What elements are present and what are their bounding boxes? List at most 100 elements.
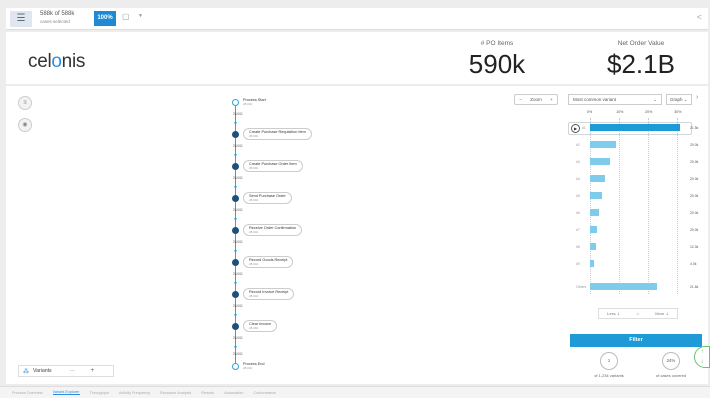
variants-toolbar[interactable]: ⁂ Variants — + — [18, 365, 114, 377]
arrow-down-icon: ▼ — [233, 281, 238, 287]
variant-bar[interactable] — [590, 260, 595, 267]
selection-percent-badge[interactable]: 100% — [94, 11, 116, 26]
process-node[interactable]: Create Purchase Requisition Item 28,001 — [232, 127, 312, 141]
process-end-node[interactable]: Process End 28,001 — [232, 360, 265, 372]
grid-line — [648, 118, 650, 294]
variant-sort-dropdown[interactable]: Most common variant ⌄ — [568, 94, 662, 105]
zoom-in-icon[interactable]: + — [550, 97, 553, 102]
variant-count-circle: 1 — [600, 352, 618, 370]
process-node[interactable]: Record Invoice Receipt 28,001 — [232, 287, 295, 301]
logo-part: o — [51, 51, 62, 72]
arrow-down-icon: ▼ — [233, 185, 238, 191]
grid-line — [619, 118, 621, 294]
variant-row-value: 20.0k — [690, 194, 699, 198]
variant-bar[interactable] — [590, 209, 599, 216]
process-node[interactable]: Receive Order Confirmation 28,001 — [232, 223, 303, 237]
arrow-down-icon: ▼ — [233, 121, 238, 127]
variant-bar[interactable] — [590, 158, 611, 165]
sheet-tab[interactable]: Rework — [201, 391, 214, 395]
variant-bar[interactable] — [590, 226, 598, 233]
variant-row-label: #5 — [576, 194, 580, 198]
less-more-control: Less ⇣ ⌂ More ⇣ — [598, 308, 678, 319]
variant-bar[interactable] — [590, 192, 602, 199]
process-node[interactable]: Send Purchase Order 28,001 — [232, 191, 292, 205]
less-button[interactable]: Less ⇣ — [607, 311, 620, 316]
variant-bar[interactable] — [590, 243, 596, 250]
end-node-label: Process End 28,001 — [243, 362, 265, 370]
plus-icon[interactable]: + — [91, 368, 95, 374]
variant-row-label: #1 — [582, 126, 586, 130]
start-node-icon — [232, 98, 239, 106]
zoom-label: Zoom — [530, 97, 542, 102]
bookmark-icon[interactable]: ▢ — [122, 12, 130, 21]
kpi-value: 590k — [468, 49, 526, 79]
sheet-tab[interactable]: Throughput — [90, 391, 109, 395]
activity-node-icon — [232, 162, 239, 170]
variant-row-value: 20.0k — [690, 143, 699, 147]
sheet-tab[interactable]: Resource Analysis — [160, 391, 191, 395]
axis-tick-label: 30% — [674, 110, 682, 114]
chevron-down-icon[interactable]: ▼ — [138, 13, 143, 19]
process-node[interactable]: Create Purchase Order Item 28,001 — [232, 159, 303, 173]
less-label: Less — [607, 311, 616, 316]
arrow-down-icon: ▼ — [233, 313, 238, 319]
node-sub: 28,001 — [249, 326, 259, 330]
graph-dropdown[interactable]: Graph ⌄ — [666, 94, 692, 105]
activity-box: Create Purchase Requisition Item 28,001 — [243, 127, 312, 141]
node-sub: 28,001 — [243, 102, 253, 106]
eye-icon[interactable]: ◉ — [18, 118, 32, 132]
play-icon[interactable]: ▶ — [571, 124, 580, 133]
cases-covered-label: of cases covered — [655, 373, 687, 378]
variant-row-label: #7 — [576, 228, 580, 232]
process-node[interactable]: Clear Invoice 28,001 — [232, 319, 278, 333]
node-sub: 28,001 — [249, 198, 259, 202]
sheet-tab[interactable]: Process Overview — [12, 391, 43, 395]
process-node[interactable]: Record Goods Receipt 28,001 — [232, 255, 294, 269]
hamburger-menu-icon[interactable]: ☰ — [10, 11, 32, 27]
node-sub: 28,001 — [249, 134, 259, 138]
variant-row-label: #4 — [576, 177, 580, 181]
axis-tick-label: 20% — [645, 110, 653, 114]
variants-icon: ⁂ — [23, 368, 29, 375]
edge-count: 28,001 — [233, 112, 243, 116]
expand-circle-icon[interactable]: ↑ ↓ — [694, 346, 710, 368]
more-button[interactable]: More ⇣ — [655, 311, 669, 316]
process-start-node[interactable]: Process Start 28,001 — [232, 96, 266, 108]
variant-row-value: 12.0k — [690, 245, 699, 249]
selection-count: 588k of 588k cases selected — [40, 11, 74, 25]
dashboard-header: celonis # PO Items 590k Net Order Value … — [6, 32, 708, 84]
layers-icon[interactable]: ≡ — [18, 96, 32, 110]
variant-bar[interactable] — [590, 141, 617, 148]
variant-row-label: #8 — [576, 245, 580, 249]
sheet-tab[interactable]: Conformance — [253, 391, 276, 395]
variant-explorer-panel: Most common variant ⌄ Graph ⌄ › ▶ 0% 10% 20… — [568, 90, 703, 382]
filter-button[interactable]: Filter — [570, 334, 702, 347]
edge-count: 28,001 — [233, 352, 243, 356]
variant-bar[interactable] — [590, 283, 657, 290]
activity-box: Record Invoice Receipt 28,001 — [243, 287, 295, 301]
variants-label: Variants — [33, 368, 52, 374]
activity-node-icon — [232, 226, 239, 234]
home-icon[interactable]: ⌂ — [636, 311, 638, 316]
sheet-tab[interactable]: Automation — [224, 391, 243, 395]
variant-row-label: #9 — [576, 262, 580, 266]
activity-box: Receive Order Confirmation 28,001 — [243, 223, 303, 237]
zoom-out-icon[interactable]: − — [519, 97, 522, 102]
node-sub: 28,001 — [249, 294, 259, 298]
variant-row-label: #3 — [576, 160, 580, 164]
zoom-control[interactable]: − Zoom + — [514, 94, 558, 105]
chevron-right-icon[interactable]: › — [696, 94, 698, 101]
arrow-down-icon: ▼ — [233, 249, 238, 255]
logo-part: nis — [61, 51, 86, 72]
sheet-tab[interactable]: Activity Frequency — [119, 391, 150, 395]
start-node-label: Process Start 28,001 — [243, 98, 266, 106]
process-explorer: Process Start 28,001 28,001 ▼ Create Purc… — [232, 96, 372, 376]
minus-icon[interactable]: — — [70, 368, 75, 374]
variant-bar[interactable] — [590, 124, 681, 131]
node-sub: 28,001 — [249, 166, 259, 170]
arrow-down-icon: ▼ — [233, 345, 238, 351]
sheet-tab[interactable]: Variant Explorer — [52, 390, 80, 395]
variant-bar[interactable] — [590, 175, 605, 182]
edge-count: 28,001 — [233, 304, 243, 308]
share-icon[interactable]: < — [697, 12, 702, 22]
